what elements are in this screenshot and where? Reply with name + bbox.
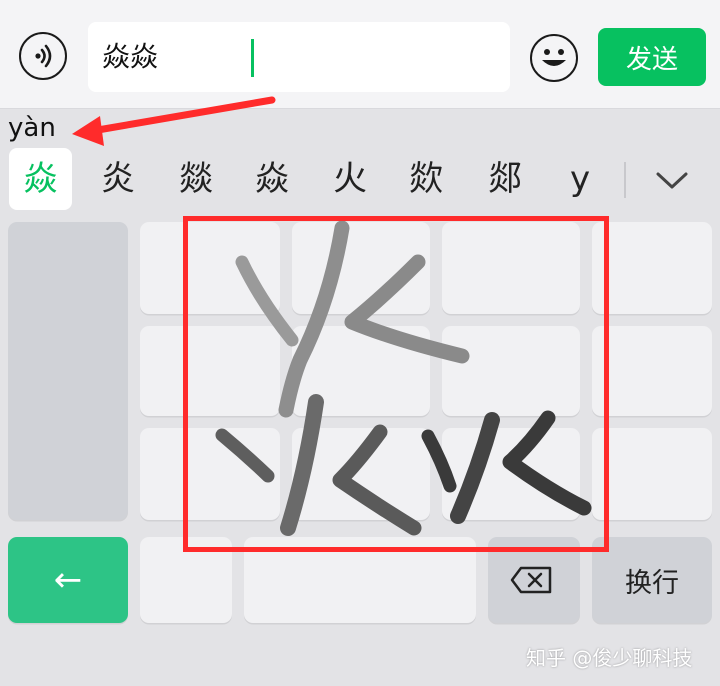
annotation-arrow — [72, 96, 276, 146]
watermark: 知乎 @俊少聊科技 — [526, 646, 693, 670]
